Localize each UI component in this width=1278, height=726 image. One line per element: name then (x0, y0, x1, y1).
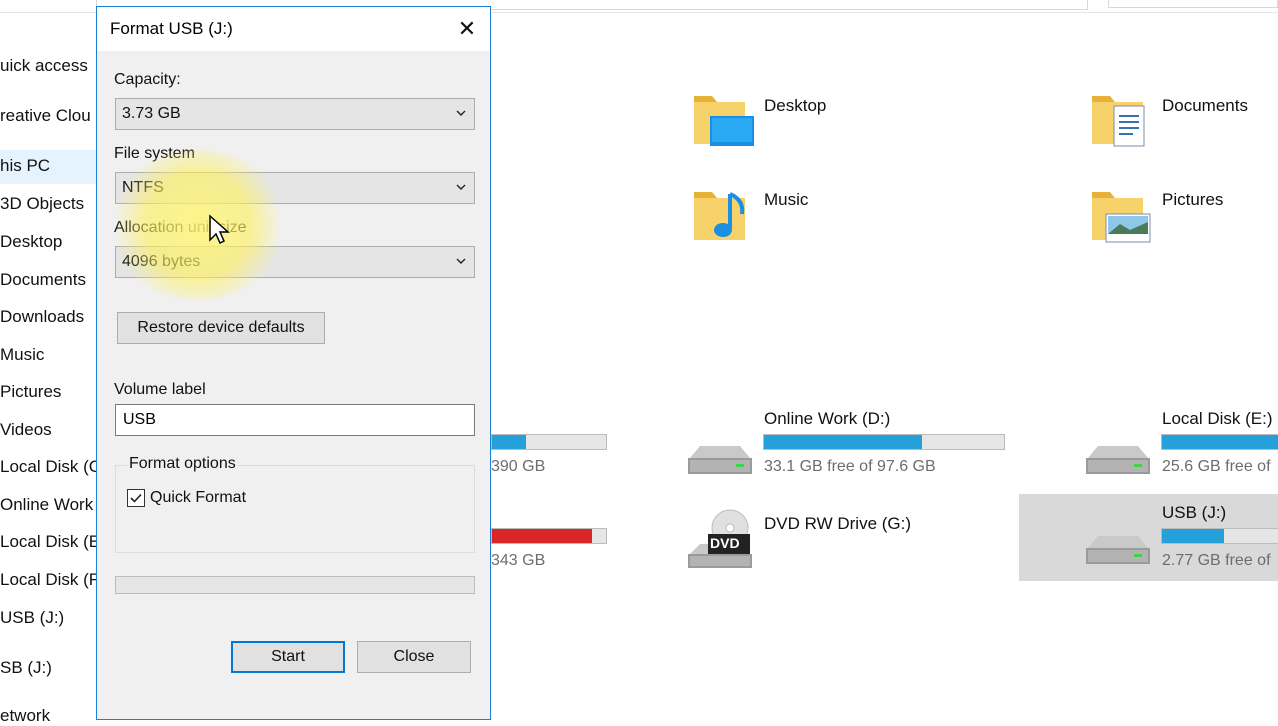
volume-label-label: Volume label (114, 381, 206, 398)
file-system-label: File system (114, 145, 195, 162)
quick-format-checkbox[interactable] (127, 489, 145, 507)
local-disk-c-usage-bar (491, 434, 607, 452)
nav-item-usb-j-2[interactable]: SB (J:) (0, 658, 52, 678)
mouse-cursor-icon (208, 214, 230, 246)
nav-item-local-disk-e[interactable]: Local Disk (E (0, 532, 100, 552)
dialog-title: Format USB (J:) (110, 19, 233, 38)
allocation-unit-dropdown[interactable]: 4096 bytes (115, 246, 475, 278)
drive-e-usage-bar (1161, 434, 1278, 452)
folder-pictures-label[interactable]: Pictures (1162, 190, 1223, 210)
folder-desktop-label[interactable]: Desktop (764, 96, 826, 116)
local-disk-c-usage-fill (492, 435, 526, 449)
drive-j-usage-bar (1161, 528, 1278, 546)
close-button[interactable]: Close (357, 641, 471, 673)
drive-d-free: 33.1 GB free of 97.6 GB (764, 458, 936, 475)
drive-d-usage-bar (763, 434, 1005, 452)
usb-drive-icon[interactable] (1082, 530, 1152, 570)
capacity-value: 3.73 GB (122, 105, 181, 122)
folder-documents-label[interactable]: Documents (1162, 96, 1248, 116)
nav-item-videos[interactable]: Videos (0, 420, 52, 440)
dvd-badge: DVD (710, 535, 740, 551)
pictures-folder-icon[interactable] (1088, 184, 1154, 246)
nav-item-online-work[interactable]: Online Work (0, 495, 93, 515)
file-system-value: NTFS (122, 179, 164, 196)
volume-label-input[interactable]: USB (115, 404, 475, 436)
nav-item-pictures[interactable]: Pictures (0, 382, 61, 402)
drive-e-usage-fill (1162, 435, 1278, 449)
drive-d-usage-fill (764, 435, 922, 449)
allocation-unit-value: 4096 bytes (122, 253, 201, 270)
nav-item-network[interactable]: etwork (0, 706, 50, 726)
nav-item-local-disk-f[interactable]: Local Disk (F (0, 570, 99, 590)
format-options-group (115, 465, 475, 553)
drive-d-label[interactable]: Online Work (D:) (764, 409, 890, 429)
chevron-down-icon (456, 110, 466, 116)
drive-g-label[interactable]: DVD RW Drive (G:) (764, 514, 911, 534)
search-box[interactable] (1108, 0, 1278, 8)
nav-item-creative-cloud[interactable]: reative Clou (0, 106, 91, 126)
hard-drive-icon[interactable] (684, 440, 754, 480)
checkmark-icon (130, 493, 142, 503)
hard-drive-icon[interactable] (1082, 440, 1152, 480)
nav-item-desktop[interactable]: Desktop (0, 232, 62, 252)
format-progress-bar (115, 576, 475, 594)
documents-folder-icon[interactable] (1088, 88, 1154, 150)
local-disk-f-usage-bar (491, 528, 607, 546)
close-icon[interactable]: ✕ (451, 15, 483, 43)
drive-e-label[interactable]: Local Disk (E:) (1162, 409, 1273, 429)
nav-item-music[interactable]: Music (0, 345, 44, 365)
restore-defaults-button[interactable]: Restore device defaults (117, 312, 325, 344)
quick-format-label[interactable]: Quick Format (150, 489, 246, 507)
chevron-down-icon (456, 184, 466, 190)
format-options-label: Format options (127, 455, 238, 473)
local-disk-f-free: 343 GB (491, 552, 546, 569)
nav-item-documents[interactable]: Documents (0, 270, 86, 290)
music-folder-icon[interactable] (690, 184, 756, 246)
format-dialog: Format USB (J:) ✕ Capacity: 3.73 GB File… (96, 6, 491, 720)
chevron-down-icon (456, 258, 466, 264)
local-disk-f-usage-fill (492, 529, 592, 543)
drive-j-usage-fill (1162, 529, 1224, 543)
nav-item-this-pc[interactable]: his PC (0, 156, 50, 176)
capacity-dropdown[interactable]: 3.73 GB (115, 98, 475, 130)
start-button[interactable]: Start (231, 641, 345, 673)
drive-j-free: 2.77 GB free of (1162, 552, 1271, 569)
drive-j-label[interactable]: USB (J:) (1162, 503, 1226, 523)
file-system-dropdown[interactable]: NTFS (115, 172, 475, 204)
nav-item-downloads[interactable]: Downloads (0, 307, 84, 327)
nav-item-quick-access[interactable]: uick access (0, 56, 88, 76)
desktop-folder-icon[interactable] (690, 88, 756, 150)
nav-item-3d-objects[interactable]: 3D Objects (0, 194, 84, 214)
nav-item-local-disk-c[interactable]: Local Disk (C (0, 457, 101, 477)
nav-item-usb-j[interactable]: USB (J:) (0, 608, 64, 628)
drive-e-free: 25.6 GB free of (1162, 458, 1271, 475)
local-disk-c-free: 390 GB (491, 458, 546, 475)
folder-music-label[interactable]: Music (764, 190, 808, 210)
capacity-label: Capacity: (114, 71, 181, 88)
